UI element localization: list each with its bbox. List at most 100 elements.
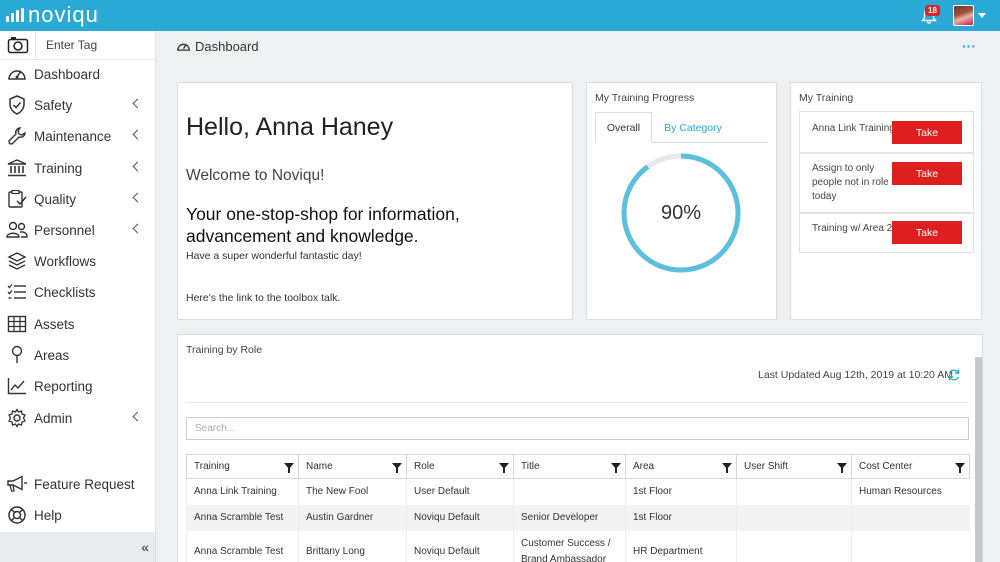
table-row[interactable]: Anna Link Training The New Fool User Def… bbox=[186, 478, 970, 505]
chevron-left-icon bbox=[132, 411, 143, 422]
chevron-left-icon bbox=[132, 223, 143, 234]
table-cell bbox=[851, 530, 970, 562]
sidebar-item-checklists[interactable]: Checklists bbox=[0, 278, 155, 306]
progress-percent: 90% bbox=[660, 201, 702, 224]
welcome-card: Hello, Anna Haney Welcome to Noviqu! You… bbox=[177, 82, 573, 320]
welcome-text: Welcome to Noviqu! bbox=[186, 167, 325, 184]
wrench-icon bbox=[6, 126, 28, 146]
lifebuoy-icon bbox=[6, 505, 28, 525]
greeting-heading: Hello, Anna Haney bbox=[186, 113, 394, 141]
filter-icon[interactable] bbox=[611, 463, 621, 473]
tag-row bbox=[0, 30, 155, 60]
sidebar-item-label: Maintenance bbox=[34, 128, 112, 144]
column-header-training[interactable]: Training bbox=[186, 454, 299, 479]
sidebar-item-reporting[interactable]: Reporting bbox=[0, 372, 155, 400]
training-name: Assign to only people not in role today bbox=[812, 163, 889, 202]
chevron-down-icon[interactable] bbox=[978, 13, 986, 18]
sidebar-item-label: Quality bbox=[34, 191, 77, 207]
sidebar-item-label: Areas bbox=[34, 347, 70, 363]
tab-overall[interactable]: Overall bbox=[595, 112, 652, 143]
sidebar-item-maintenance[interactable]: Maintenance bbox=[0, 122, 155, 150]
take-button[interactable]: Take bbox=[892, 221, 962, 244]
filter-icon[interactable] bbox=[955, 463, 965, 473]
table-cell: Anna Link Training bbox=[186, 478, 299, 505]
sidebar-item-areas[interactable]: Areas bbox=[0, 341, 155, 369]
card-title: My Training Progress bbox=[595, 92, 695, 104]
filter-icon[interactable] bbox=[499, 463, 509, 473]
last-updated-text: Last Updated Aug 12th, 2019 at 10:20 AM bbox=[758, 369, 953, 381]
more-options-button[interactable]: ··· bbox=[962, 38, 976, 54]
filter-icon[interactable] bbox=[837, 463, 847, 473]
gauge-icon bbox=[177, 43, 190, 51]
my-training-card: My Training Anna Link Training Take Assi… bbox=[790, 82, 982, 320]
column-header-area[interactable]: Area bbox=[625, 454, 737, 479]
take-button[interactable]: Take bbox=[892, 162, 962, 185]
list-item: Anna Link Training Take bbox=[799, 111, 974, 153]
table-row[interactable]: Anna Scramble Test Austin Gardner Noviqu… bbox=[186, 504, 970, 531]
notification-badge: 18 bbox=[925, 5, 940, 16]
sidebar-item-help[interactable]: Help bbox=[0, 501, 155, 529]
training-progress-card: My Training Progress Overall By Category… bbox=[586, 82, 777, 320]
column-header-name[interactable]: Name bbox=[298, 454, 407, 479]
table-cell bbox=[736, 478, 852, 505]
sidebar-item-label: Dashboard bbox=[34, 66, 101, 82]
table-cell: HR Department bbox=[625, 530, 737, 562]
table-cell: User Default bbox=[406, 478, 514, 505]
clipboard-check-icon bbox=[6, 189, 28, 209]
avatar[interactable] bbox=[953, 5, 974, 26]
layers-icon bbox=[6, 251, 28, 271]
sidebar-item-training[interactable]: Training bbox=[0, 154, 155, 182]
table-cell: Anna Scramble Test bbox=[186, 504, 299, 531]
tab-by-category[interactable]: By Category bbox=[653, 112, 733, 143]
sidebar-item-workflows[interactable]: Workflows bbox=[0, 247, 155, 275]
logo[interactable]: noviqu bbox=[6, 2, 99, 28]
sidebar-item-label: Feature Request bbox=[34, 476, 135, 492]
divider bbox=[186, 402, 968, 403]
toolbox-talk-link[interactable]: Here's the link to the toolbox talk. bbox=[186, 292, 340, 304]
sidebar-item-dashboard[interactable]: Dashboard bbox=[0, 60, 155, 88]
take-button[interactable]: Take bbox=[892, 121, 962, 144]
day-message: Have a super wonderful fantastic day! bbox=[186, 250, 362, 262]
table-cell: Human Resources bbox=[851, 478, 970, 505]
chevron-left-icon bbox=[132, 98, 143, 109]
table-cell: Customer Success / Brand Ambassador bbox=[513, 530, 626, 562]
sidebar-item-assets[interactable]: Assets bbox=[0, 310, 155, 338]
sidebar-item-personnel[interactable]: Personnel bbox=[0, 216, 155, 244]
column-header-title[interactable]: Title bbox=[513, 454, 626, 479]
filter-icon[interactable] bbox=[722, 463, 732, 473]
search-input[interactable] bbox=[186, 417, 969, 440]
column-header-cost-center[interactable]: Cost Center bbox=[851, 454, 970, 479]
column-header-user-shift[interactable]: User Shift bbox=[736, 454, 852, 479]
table-cell: 1st Floor bbox=[625, 478, 737, 505]
shield-check-icon bbox=[6, 95, 28, 115]
chevron-left-icon bbox=[132, 161, 143, 172]
table-row[interactable]: Anna Scramble Test Brittany Long Noviqu … bbox=[186, 530, 970, 562]
card-title: My Training bbox=[799, 92, 854, 104]
training-table: Training Name Role Title Area User Shift… bbox=[186, 454, 970, 562]
column-header-role[interactable]: Role bbox=[406, 454, 514, 479]
gear-icon bbox=[6, 408, 28, 428]
filter-icon[interactable] bbox=[392, 463, 402, 473]
column-label: Title bbox=[521, 461, 540, 472]
collapse-sidebar-button[interactable]: « bbox=[0, 532, 155, 562]
filter-icon[interactable] bbox=[284, 463, 294, 473]
refresh-icon[interactable] bbox=[947, 368, 961, 382]
table-cell: Senior Developer bbox=[513, 504, 626, 531]
sidebar-item-label: Assets bbox=[34, 316, 75, 332]
column-label: Training bbox=[194, 461, 230, 472]
sidebar-item-label: Admin bbox=[34, 410, 73, 426]
page-title-text: Dashboard bbox=[195, 39, 259, 54]
scrollbar[interactable] bbox=[975, 357, 982, 562]
sidebar-item-quality[interactable]: Quality bbox=[0, 185, 155, 213]
megaphone-icon bbox=[6, 474, 28, 494]
sidebar-item-admin[interactable]: Admin bbox=[0, 404, 155, 432]
sidebar-item-safety[interactable]: Safety bbox=[0, 91, 155, 119]
card-title: Training by Role bbox=[186, 344, 263, 356]
camera-icon[interactable] bbox=[0, 30, 36, 60]
sidebar-item-feature-request[interactable]: Feature Request bbox=[0, 470, 155, 498]
tag-input[interactable] bbox=[36, 38, 146, 52]
table-cell: 1st Floor bbox=[625, 504, 737, 531]
users-icon bbox=[6, 220, 28, 240]
training-name: Anna Link Training bbox=[812, 123, 894, 134]
sidebar-item-label: Reporting bbox=[34, 378, 93, 394]
